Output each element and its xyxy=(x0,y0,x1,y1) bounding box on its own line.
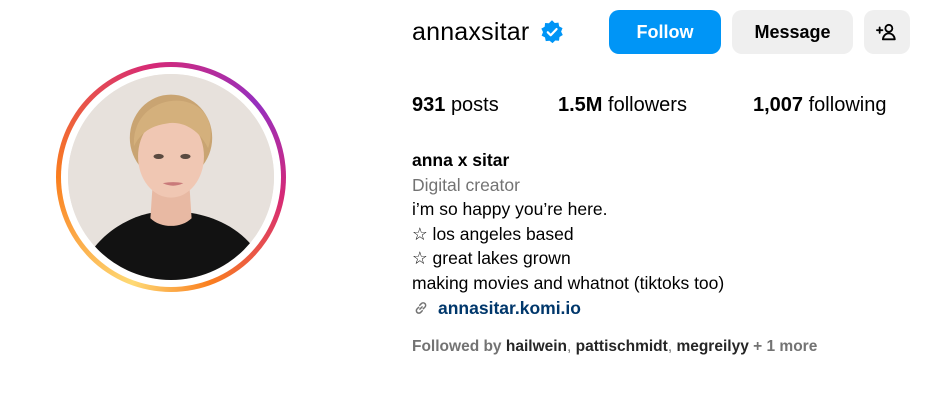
following-stat[interactable]: 1,007 following xyxy=(753,94,886,117)
followers-label: followers xyxy=(608,94,687,116)
followed-by-more[interactable]: + 1 more xyxy=(753,338,817,355)
profile-photo xyxy=(68,74,274,280)
followed-by[interactable]: Followed by hailwein, pattischmidt, megr… xyxy=(412,338,817,356)
avatar-gap xyxy=(61,67,281,287)
suggested-accounts-button[interactable] xyxy=(864,10,910,54)
bio-link-row: annasitar.komi.io xyxy=(412,296,892,321)
bio-line: ☆ los angeles based xyxy=(412,223,574,244)
username: annaxsitar xyxy=(412,17,530,46)
followed-by-user[interactable]: pattischmidt xyxy=(576,338,668,355)
profile-page: annaxsitar Follow Message 931 posts 1.5M… xyxy=(0,0,927,411)
followers-count: 1.5M xyxy=(558,94,603,116)
followed-by-user[interactable]: megreilyy xyxy=(676,338,748,355)
followers-stat[interactable]: 1.5M followers xyxy=(558,94,687,117)
bio-line: i’m so happy you’re here. xyxy=(412,199,608,220)
avatar[interactable] xyxy=(68,74,274,280)
profile-header: annaxsitar xyxy=(412,10,565,54)
following-label: following xyxy=(808,94,887,116)
message-button[interactable]: Message xyxy=(732,10,853,54)
profile-stats: 931 posts 1.5M followers 1,007 following xyxy=(412,94,912,120)
profile-bio: anna x sitar Digital creator i’m so happ… xyxy=(412,148,892,320)
followed-by-prefix: Followed by xyxy=(412,338,502,355)
verified-badge-icon xyxy=(539,19,565,45)
add-person-icon xyxy=(876,21,898,43)
full-name: anna x sitar xyxy=(412,150,510,170)
posts-stat: 931 posts xyxy=(412,94,499,117)
follow-button[interactable]: Follow xyxy=(609,10,721,54)
followed-by-user[interactable]: hailwein xyxy=(506,338,567,355)
posts-count: 931 xyxy=(412,94,446,116)
story-ring[interactable] xyxy=(56,62,286,292)
link-icon xyxy=(412,299,430,317)
following-count: 1,007 xyxy=(753,94,804,116)
bio-link[interactable]: annasitar.komi.io xyxy=(438,296,581,321)
posts-label: posts xyxy=(450,94,499,116)
bio-line: ☆ great lakes grown xyxy=(412,248,571,269)
category-label: Digital creator xyxy=(412,174,520,195)
bio-line: making movies and whatnot (tiktoks too) xyxy=(412,272,725,293)
